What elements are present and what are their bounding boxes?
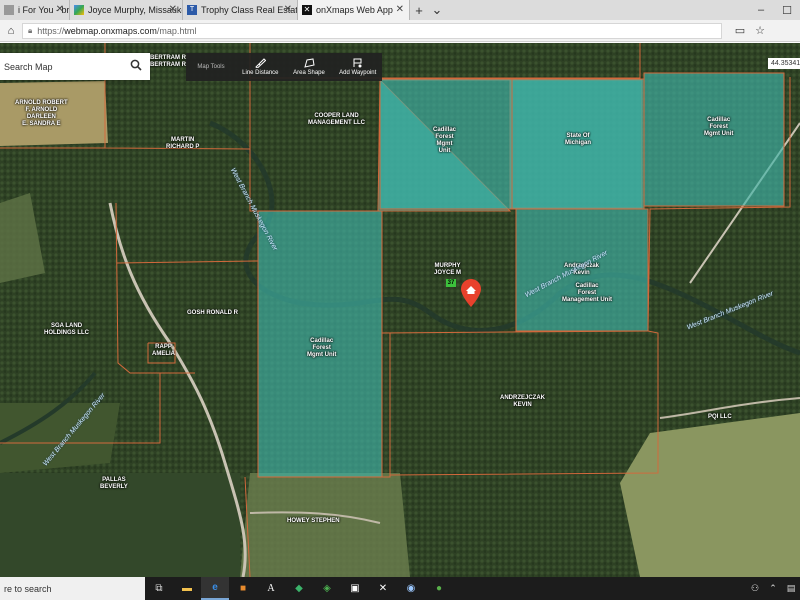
- browser-tab-1[interactable]: i For You - brendon( ✕: [0, 0, 70, 20]
- tab-list-chevron-icon[interactable]: ⌄: [428, 0, 446, 20]
- add-waypoint-button[interactable]: Add Waypoint: [333, 53, 382, 81]
- lock-icon: 🔒︎: [28, 25, 33, 35]
- tab-close-icon[interactable]: ✕: [284, 4, 292, 15]
- maximize-icon[interactable]: ☐: [774, 4, 800, 17]
- green-app-icon[interactable]: ◆: [285, 577, 313, 600]
- parcel-label-andrzejczak-2[interactable]: ANDRZEJCZAK KEVIN: [500, 395, 545, 409]
- reading-view-icon[interactable]: ▭: [730, 24, 750, 37]
- task-view-icon[interactable]: ⧉: [145, 577, 173, 600]
- parcel-label-martin[interactable]: MARTIN RICHARD P: [166, 137, 199, 151]
- browser-tab-2[interactable]: Joyce Murphy, Missaukee 4 ✕: [70, 0, 183, 20]
- tray-chevron-icon[interactable]: ⌃: [764, 583, 782, 594]
- tab-close-icon[interactable]: ✕: [169, 4, 177, 15]
- store-icon[interactable]: ■: [229, 577, 257, 600]
- parcel-label-cadillac-2[interactable]: Cadillac Forest Mgmt Unit: [704, 117, 733, 138]
- parcel-label-pqi[interactable]: PQI LLC: [708, 414, 732, 421]
- onx-app-icon[interactable]: ✕: [369, 577, 397, 600]
- parcel-label-bertram[interactable]: BERTRAM R BERTRAM R: [150, 55, 186, 69]
- waypoint-icon: [353, 58, 362, 68]
- new-tab-button[interactable]: +: [410, 0, 428, 20]
- network-icon[interactable]: ▤: [782, 583, 800, 594]
- search-placeholder: Search Map: [4, 61, 53, 72]
- system-tray: ⚇ ⌃ ▤: [746, 583, 800, 594]
- map-canvas[interactable]: ARNOLD ROBERT F. ARNOLD DARLEEN E. SANDR…: [0, 43, 800, 577]
- settings-app-icon[interactable]: ◉: [397, 577, 425, 600]
- taskbar-search-placeholder: re to search: [4, 583, 52, 594]
- url-prefix: https://: [37, 25, 65, 36]
- acreage-badge: 37: [446, 279, 456, 287]
- polygon-icon: [303, 58, 315, 68]
- parcel-label-cooper[interactable]: COOPER LAND MANAGEMENT LLC: [308, 113, 365, 127]
- parcel-label-state-of-michigan[interactable]: State Of Michigan: [565, 133, 591, 147]
- url-path: /map.html: [156, 25, 197, 36]
- photo-app-icon[interactable]: ▣: [341, 577, 369, 600]
- parcel-label-howey[interactable]: HOWEY STEPHEN: [287, 518, 340, 525]
- new-tab-label: +: [415, 2, 423, 18]
- line-distance-label: Line Distance: [242, 70, 279, 76]
- parcel-label-arnold[interactable]: ARNOLD ROBERT F. ARNOLD DARLEEN E. SANDR…: [15, 100, 68, 128]
- windows-taskbar: re to search ⧉ ▬ e ■ A ◆ ◈ ▣ ✕ ◉ ● ⚇ ⌃ ▤: [0, 577, 800, 600]
- file-explorer-icon[interactable]: ▬: [173, 577, 201, 600]
- edge-browser-icon[interactable]: e: [201, 577, 229, 600]
- tab-favicon-icon: [4, 5, 14, 15]
- minimize-icon[interactable]: –: [748, 4, 774, 16]
- tab-title: onXmaps Web App: [316, 5, 393, 15]
- address-bar: ⌂ 🔒︎ https:// webmap.onxmaps.com /map.ht…: [0, 20, 800, 42]
- tab-close-icon[interactable]: ✕: [396, 4, 404, 15]
- parcel-label-rapp[interactable]: RAPP AMELIA: [152, 344, 175, 358]
- coordinate-readout: 44.35341: [768, 58, 800, 69]
- drive-icon: [74, 5, 84, 15]
- map-tools-title: Map Tools: [197, 64, 225, 70]
- add-waypoint-label: Add Waypoint: [339, 70, 377, 76]
- search-icon[interactable]: [130, 59, 142, 71]
- url-host: webmap.onxmaps.com: [64, 25, 157, 36]
- home-icon[interactable]: ⌂: [0, 25, 22, 37]
- parcel-label-cadillac-3[interactable]: Cadillac Forest Management Unit: [562, 283, 612, 304]
- parcel-label-cadillac-4[interactable]: Cadillac Forest Mgmt Unit: [307, 338, 336, 359]
- map-pin-icon[interactable]: [461, 279, 481, 307]
- parcel-label-murphy[interactable]: MURPHY JOYCE M: [434, 263, 461, 277]
- people-icon[interactable]: ⚇: [746, 583, 764, 594]
- parcel-label-pallas[interactable]: PALLAS BEVERLY: [100, 477, 128, 491]
- taskbar-search-input[interactable]: re to search: [0, 577, 145, 600]
- area-shape-button[interactable]: Area Shape: [285, 53, 334, 81]
- globe-app-icon[interactable]: ●: [425, 577, 453, 600]
- onx-icon: ✕: [302, 5, 312, 15]
- url-field[interactable]: 🔒︎ https:// webmap.onxmaps.com /map.html: [22, 22, 722, 39]
- favorite-star-icon[interactable]: ☆: [750, 24, 770, 37]
- trophy-class-icon: T: [187, 5, 197, 15]
- parcel-label-gosh[interactable]: GOSH RONALD R: [187, 310, 238, 317]
- browser-tab-4[interactable]: ✕ onXmaps Web App ✕: [298, 0, 410, 20]
- line-distance-button[interactable]: Line Distance: [236, 53, 285, 81]
- satellite-imagery: [0, 43, 800, 577]
- browser-tab-3[interactable]: T Trophy Class Real Estate - C ✕: [183, 0, 298, 20]
- font-app-icon[interactable]: A: [257, 577, 285, 600]
- parcel-label-cadillac-1[interactable]: Cadillac Forest Mgmt Unit: [433, 127, 456, 155]
- maps-app-icon[interactable]: ◈: [313, 577, 341, 600]
- tab-close-icon[interactable]: ✕: [56, 4, 64, 15]
- map-tools-toolbar: Map Tools Line Distance Area Shape Add W…: [186, 53, 382, 81]
- parcel-label-sga[interactable]: SGA LAND HOLDINGS LLC: [44, 323, 89, 337]
- window-controls: – ☐: [748, 0, 800, 20]
- browser-tab-strip: i For You - brendon( ✕ Joyce Murphy, Mis…: [0, 0, 800, 20]
- ruler-icon: [255, 58, 266, 68]
- area-shape-label: Area Shape: [293, 70, 325, 76]
- map-search-input[interactable]: Search Map: [0, 53, 150, 80]
